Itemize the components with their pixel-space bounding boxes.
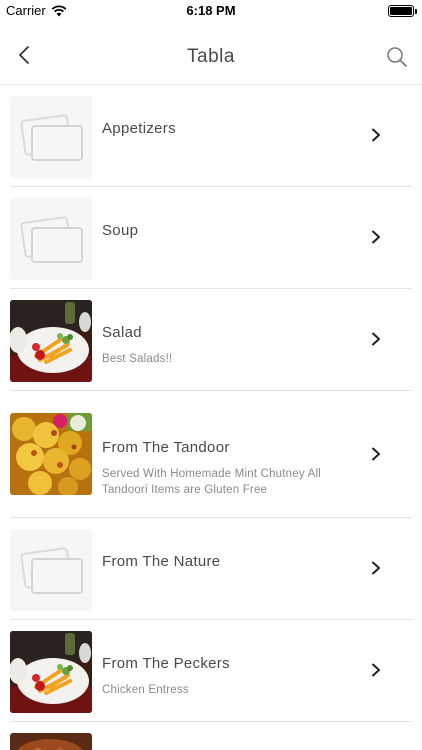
chevron-right-icon [372,128,380,142]
chevron-right-icon [372,447,380,461]
category-title: Salad [102,324,142,341]
category-subtitle: Served With Homemade Mint Chutney All Ta… [102,468,321,496]
search-icon[interactable] [386,46,408,68]
category-row-from-the-nature[interactable]: From The Nature [10,518,412,620]
tandoor-photo [10,413,92,495]
category-subtitle: Chicken Entress [102,684,189,696]
curry-photo [10,733,92,750]
category-title: Soup [102,222,139,239]
chevron-right-icon [372,230,380,244]
category-row-salad[interactable]: Salad Best Salads!! [10,289,412,391]
page-title: Tabla [187,46,235,67]
status-bar: Carrier 6:18 PM [0,0,422,22]
category-subtitle: Best Salads!! [102,353,173,365]
placeholder-image-icon [10,198,92,280]
salad-photo [10,631,92,713]
category-row-soup[interactable]: Soup [10,187,412,289]
battery-icon [388,5,417,17]
category-row-from-the-peckers[interactable]: From The Peckers Chicken Entress [10,620,412,722]
status-time: 6:18 PM [186,3,236,18]
category-row-from-the-tandoor[interactable]: From The Tandoor Served With Homemade Mi… [10,391,412,518]
category-title: Appetizers [102,120,176,137]
salad-photo [10,300,92,382]
placeholder-image-icon [10,96,92,178]
category-row-partial[interactable] [10,722,412,750]
category-title: From The Nature [102,553,221,570]
category-row-appetizers[interactable]: Appetizers [10,85,412,187]
category-list: Appetizers Soup Salad Best Salads!! From… [10,85,412,750]
category-title: From The Peckers [102,655,230,672]
chevron-right-icon [372,663,380,677]
navigation-bar: Tabla [0,22,422,85]
chevron-right-icon [372,561,380,575]
placeholder-image-icon [10,529,92,611]
category-title: From The Tandoor [102,439,230,456]
chevron-right-icon [372,332,380,346]
